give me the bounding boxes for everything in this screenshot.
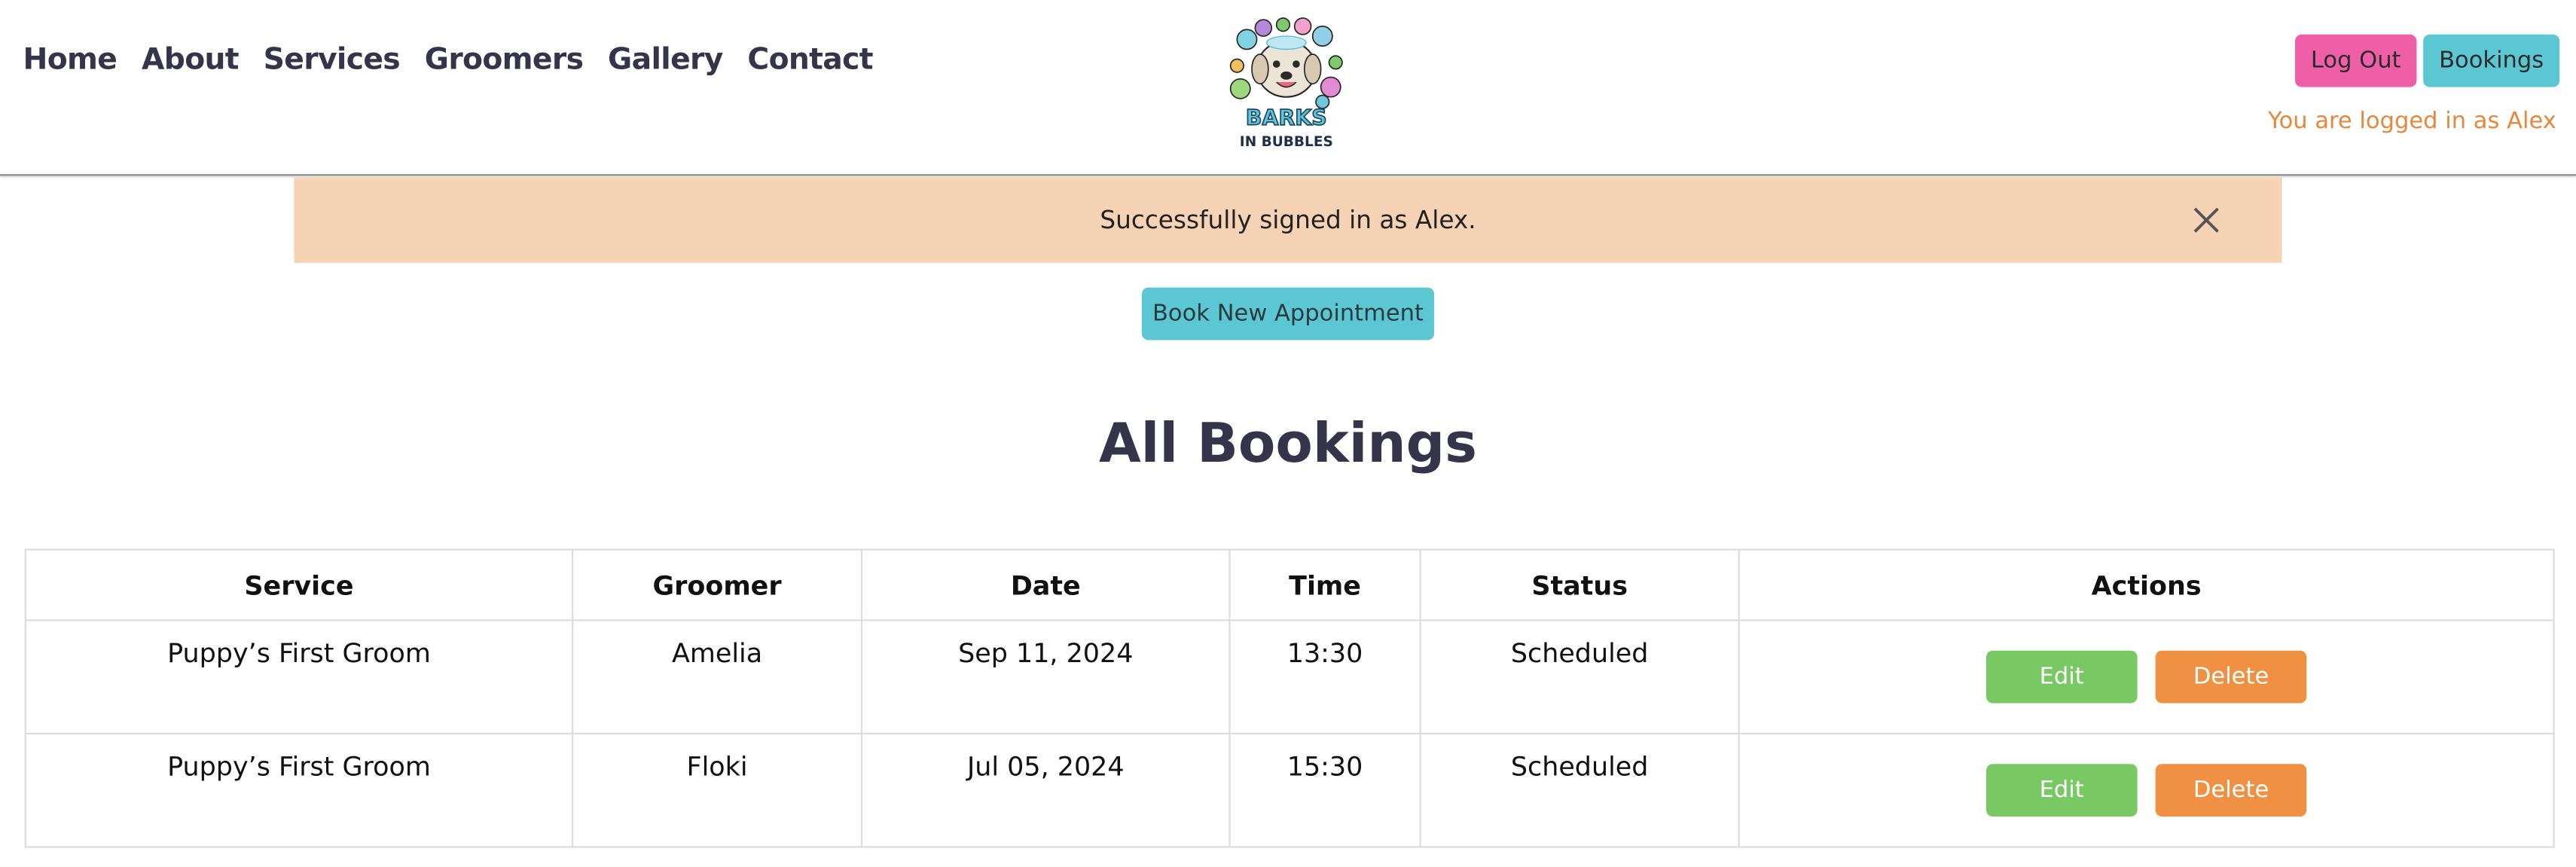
delete-button[interactable]: Delete <box>2155 763 2307 816</box>
nav-home[interactable]: Home <box>23 43 118 78</box>
header-service: Service <box>24 548 574 621</box>
nav-groomers[interactable]: Groomers <box>425 43 584 78</box>
cell-date: Jul 05, 2024 <box>860 732 1231 848</box>
page-title: All Bookings <box>1098 411 1477 475</box>
header-date: Date <box>860 548 1231 621</box>
cell-status: Scheduled <box>1419 732 1740 848</box>
nav-gallery[interactable]: Gallery <box>608 43 723 78</box>
edit-button[interactable]: Edit <box>1985 649 2138 703</box>
header-status: Status <box>1419 548 1740 621</box>
header-time: Time <box>1228 548 1421 621</box>
cell-date: Sep 11, 2024 <box>860 619 1231 734</box>
table-row: Puppy’s First Groom Amelia Sep 11, 2024 … <box>24 619 2555 734</box>
header-actions: Log Out Bookings <box>2295 34 2560 87</box>
logout-button[interactable]: Log Out <box>2295 34 2417 87</box>
cell-actions: Edit Delete <box>1738 619 2555 734</box>
header-groomer: Groomer <box>572 548 863 621</box>
cell-time: 15:30 <box>1228 732 1421 848</box>
logo[interactable]: BARKS IN BUBBLES <box>1227 17 1345 154</box>
cell-time: 13:30 <box>1228 619 1421 734</box>
close-icon[interactable] <box>2190 203 2223 237</box>
bookings-button[interactable]: Bookings <box>2423 34 2560 87</box>
header-actions: Actions <box>1738 548 2555 621</box>
nav-contact[interactable]: Contact <box>747 43 873 78</box>
edit-button[interactable]: Edit <box>1985 763 2138 816</box>
cell-groomer: Floki <box>572 732 863 848</box>
alert-message: Successfully signed in as Alex. <box>1100 205 1476 235</box>
book-new-appointment-button[interactable]: Book New Appointment <box>1141 287 1435 340</box>
cell-actions: Edit Delete <box>1738 732 2555 848</box>
logged-in-status: You are logged in as Alex <box>2268 108 2556 135</box>
nav-about[interactable]: About <box>142 43 240 78</box>
main-nav: Home About Services Groomers Gallery Con… <box>23 43 898 78</box>
logo-text-barks: BARKS <box>1246 105 1327 130</box>
delete-button[interactable]: Delete <box>2155 649 2307 703</box>
bookings-table: Service Groomer Date Time Status Actions… <box>24 548 2555 848</box>
nav-services[interactable]: Services <box>264 43 401 78</box>
success-alert: Successfully signed in as Alex. <box>294 177 2282 263</box>
cell-service: Puppy’s First Groom <box>24 619 574 734</box>
table-header-row: Service Groomer Date Time Status Actions <box>24 548 2555 621</box>
cell-service: Puppy’s First Groom <box>24 732 574 848</box>
cell-status: Scheduled <box>1419 619 1740 734</box>
table-row: Puppy’s First Groom Floki Jul 05, 2024 1… <box>24 732 2555 848</box>
site-header: Home About Services Groomers Gallery Con… <box>0 0 2576 176</box>
cell-groomer: Amelia <box>572 619 863 734</box>
logo-text-bubbles: IN BUBBLES <box>1240 134 1333 150</box>
